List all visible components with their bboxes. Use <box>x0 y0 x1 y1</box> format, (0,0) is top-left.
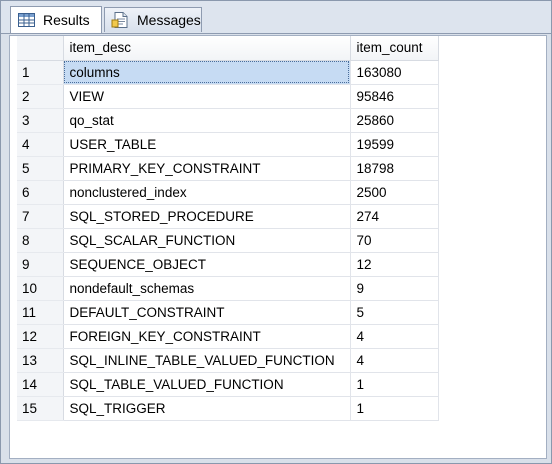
cell-item-desc[interactable]: PRIMARY_KEY_CONSTRAINT <box>63 156 351 181</box>
cell-item-desc[interactable]: nondefault_schemas <box>63 276 351 301</box>
results-table: item_desc item_count 1 columns 163080 2 VIEW… <box>17 36 439 421</box>
row-number[interactable]: 12 <box>17 324 64 349</box>
row-number[interactable]: 1 <box>17 60 64 85</box>
row-number[interactable]: 8 <box>17 228 64 253</box>
cell-item-count[interactable]: 4 <box>350 348 439 373</box>
results-pane: Results Messages item_desc item_count 1 … <box>0 0 552 464</box>
cell-item-desc[interactable]: columns <box>63 60 351 85</box>
cell-item-desc[interactable]: USER_TABLE <box>63 132 351 157</box>
cell-item-count[interactable]: 163080 <box>350 60 439 85</box>
row-number[interactable]: 2 <box>17 84 64 109</box>
grid-icon <box>17 11 37 29</box>
cell-item-count[interactable]: 1 <box>350 372 439 397</box>
cell-item-desc[interactable]: SQL_INLINE_TABLE_VALUED_FUNCTION <box>63 348 351 373</box>
table-row[interactable]: 11 DEFAULT_CONSTRAINT 5 <box>17 300 439 325</box>
table-row[interactable]: 3 qo_stat 25860 <box>17 108 439 133</box>
cell-item-desc[interactable]: SQL_STORED_PROCEDURE <box>63 204 351 229</box>
cell-item-count[interactable]: 25860 <box>350 108 439 133</box>
row-number[interactable]: 13 <box>17 348 64 373</box>
table-row[interactable]: 6 nonclustered_index 2500 <box>17 180 439 205</box>
row-number[interactable]: 11 <box>17 300 64 325</box>
cell-item-desc[interactable]: qo_stat <box>63 108 351 133</box>
cell-item-desc[interactable]: DEFAULT_CONSTRAINT <box>63 300 351 325</box>
table-row[interactable]: 4 USER_TABLE 19599 <box>17 132 439 157</box>
cell-item-count[interactable]: 4 <box>350 324 439 349</box>
cell-item-desc[interactable]: SEQUENCE_OBJECT <box>63 252 351 277</box>
tab-bar: Results Messages <box>1 1 551 34</box>
cell-item-count[interactable]: 5 <box>350 300 439 325</box>
cell-item-desc[interactable]: SQL_SCALAR_FUNCTION <box>63 228 351 253</box>
cell-item-count[interactable]: 18798 <box>350 156 439 181</box>
table-row[interactable]: 8 SQL_SCALAR_FUNCTION 70 <box>17 228 439 253</box>
cell-item-desc[interactable]: VIEW <box>63 84 351 109</box>
row-number[interactable]: 14 <box>17 372 64 397</box>
table-row[interactable]: 1 columns 163080 <box>17 60 439 85</box>
row-number[interactable]: 9 <box>17 252 64 277</box>
row-number[interactable]: 15 <box>17 396 64 421</box>
header-row: item_desc item_count <box>17 36 439 61</box>
column-header-item-count[interactable]: item_count <box>350 36 439 61</box>
row-number[interactable]: 10 <box>17 276 64 301</box>
table-row[interactable]: 10 nondefault_schemas 9 <box>17 276 439 301</box>
column-header-item-desc[interactable]: item_desc <box>63 36 351 61</box>
table-row[interactable]: 7 SQL_STORED_PROCEDURE 274 <box>17 204 439 229</box>
tab-results[interactable]: Results <box>10 6 102 33</box>
table-row[interactable]: 12 FOREIGN_KEY_CONSTRAINT 4 <box>17 324 439 349</box>
cell-item-count[interactable]: 70 <box>350 228 439 253</box>
cell-item-desc[interactable]: SQL_TRIGGER <box>63 396 351 421</box>
row-number[interactable]: 5 <box>17 156 64 181</box>
table-row[interactable]: 13 SQL_INLINE_TABLE_VALUED_FUNCTION 4 <box>17 348 439 373</box>
cell-item-count[interactable]: 9 <box>350 276 439 301</box>
tab-results-label: Results <box>43 12 90 28</box>
cell-item-count[interactable]: 12 <box>350 252 439 277</box>
row-number[interactable]: 4 <box>17 132 64 157</box>
tab-messages-label: Messages <box>137 12 201 28</box>
tab-messages[interactable]: Messages <box>104 7 202 32</box>
table-row[interactable]: 2 VIEW 95846 <box>17 84 439 109</box>
cell-item-desc[interactable]: FOREIGN_KEY_CONSTRAINT <box>63 324 351 349</box>
table-row[interactable]: 5 PRIMARY_KEY_CONSTRAINT 18798 <box>17 156 439 181</box>
cell-item-count[interactable]: 2500 <box>350 180 439 205</box>
results-grid[interactable]: item_desc item_count 1 columns 163080 2 VIEW… <box>9 35 547 459</box>
cell-item-desc[interactable]: nonclustered_index <box>63 180 351 205</box>
cell-item-desc[interactable]: SQL_TABLE_VALUED_FUNCTION <box>63 372 351 397</box>
row-number[interactable]: 3 <box>17 108 64 133</box>
cell-item-count[interactable]: 95846 <box>350 84 439 109</box>
document-icon <box>111 11 131 29</box>
cell-item-count[interactable]: 274 <box>350 204 439 229</box>
row-number[interactable]: 7 <box>17 204 64 229</box>
corner-cell[interactable] <box>17 36 64 61</box>
table-row[interactable]: 14 SQL_TABLE_VALUED_FUNCTION 1 <box>17 372 439 397</box>
cell-item-count[interactable]: 19599 <box>350 132 439 157</box>
row-number[interactable]: 6 <box>17 180 64 205</box>
cell-item-count[interactable]: 1 <box>350 396 439 421</box>
table-row[interactable]: 15 SQL_TRIGGER 1 <box>17 396 439 421</box>
table-row[interactable]: 9 SEQUENCE_OBJECT 12 <box>17 252 439 277</box>
